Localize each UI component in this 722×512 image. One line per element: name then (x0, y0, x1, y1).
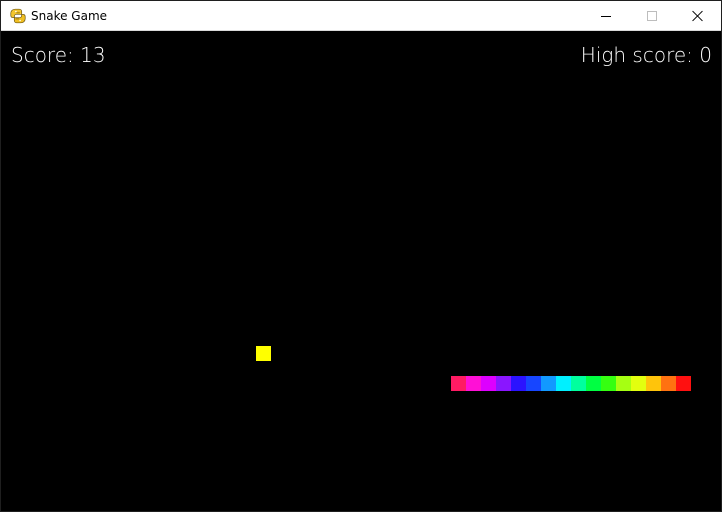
game-canvas[interactable]: Score: 13 High score: 0 (1, 31, 721, 511)
snake-segment-4 (496, 376, 511, 391)
snake-segment-2 (466, 376, 481, 391)
window-controls (583, 1, 721, 31)
maximize-icon (647, 11, 657, 21)
snake-segment-7 (541, 376, 556, 391)
snake-segment-12 (616, 376, 631, 391)
snake-segment-5 (511, 376, 526, 391)
snake-segment-3 (481, 376, 496, 391)
snake-segment-9 (571, 376, 586, 391)
python-icon (10, 8, 26, 24)
minimize-button[interactable] (583, 1, 629, 31)
snake-segment-6 (526, 376, 541, 391)
window-title-bar[interactable]: Snake Game (1, 1, 721, 31)
snake-segment-10 (586, 376, 601, 391)
close-button[interactable] (675, 1, 721, 31)
snake-segment-14 (646, 376, 661, 391)
snake-game-window: Snake Game Score: 13 High score: 0 (0, 0, 722, 512)
snake-segment-11 (601, 376, 616, 391)
maximize-button[interactable] (629, 1, 675, 31)
minimize-icon (601, 16, 611, 17)
snake-segment-13 (631, 376, 646, 391)
window-title: Snake Game (31, 9, 108, 23)
high-score-display: High score: 0 (580, 43, 712, 67)
food-pellet (256, 346, 271, 361)
close-icon (692, 10, 704, 22)
snake-segment-1 (451, 376, 466, 391)
snake-segment-15 (661, 376, 676, 391)
snake-segment-16 (676, 376, 691, 391)
score-display: Score: 13 (11, 43, 106, 67)
snake-segment-8 (556, 376, 571, 391)
